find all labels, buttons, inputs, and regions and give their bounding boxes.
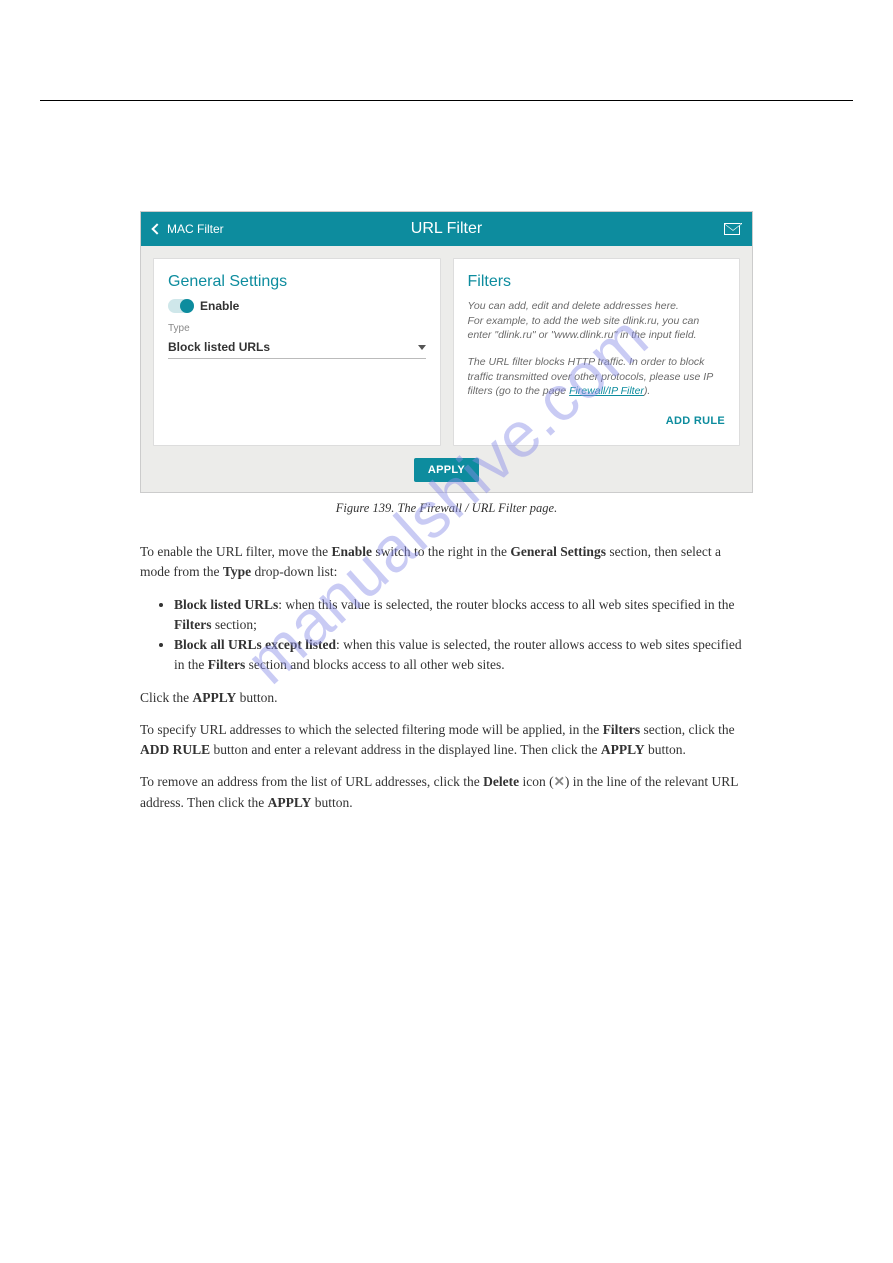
filters-help-text-2: The URL filter blocks HTTP traffic. In o… [468,355,726,399]
filters-card: Filters You can add, edit and delete add… [453,258,741,446]
filters-help-text: You can add, edit and delete addresses h… [468,299,726,343]
paragraph-2: Click the APPLY button. [140,688,753,708]
help-line-3b: ). [644,385,650,397]
back-button[interactable]: MAC Filter [153,222,224,236]
type-field-label: Type [168,323,426,334]
firewall-ip-filter-link[interactable]: Firewall/IP Filter [569,385,644,397]
app-header: MAC Filter URL Filter [141,212,752,246]
back-label: MAC Filter [167,222,224,236]
chevron-down-icon [418,345,426,350]
page-title: URL Filter [411,220,482,238]
paragraph-1: To enable the URL filter, move the Enabl… [140,542,753,583]
figure-caption: Figure 139. The Firewall / URL Filter pa… [140,501,753,516]
add-rule-button[interactable]: ADD RULE [666,415,725,427]
general-settings-heading: General Settings [168,273,426,291]
delete-x-icon: ✕ [554,774,565,789]
doc-body: To enable the URL filter, move the Enabl… [140,542,753,813]
bullet-2: Block all URLs except listed: when this … [174,635,753,676]
bullet-1: Block listed URLs: when this value is se… [174,595,753,636]
toggle-knob [180,299,194,313]
paragraph-4: To remove an address from the list of UR… [140,772,753,813]
filters-heading: Filters [468,273,726,291]
type-select[interactable]: Block listed URLs [168,334,426,359]
chevron-left-icon [151,223,162,234]
mail-icon[interactable] [724,223,740,235]
type-value: Block listed URLs [168,340,270,354]
screenshot-frame: MAC Filter URL Filter General Settings E… [140,211,753,493]
general-settings-card: General Settings Enable Type Block liste… [153,258,441,446]
apply-button[interactable]: APPLY [414,458,479,482]
help-line-1: You can add, edit and delete addresses h… [468,300,679,312]
enable-toggle[interactable] [168,299,194,313]
paragraph-3: To specify URL addresses to which the se… [140,720,753,761]
help-line-2: For example, to add the web site dlink.r… [468,315,700,342]
enable-label: Enable [200,299,239,313]
